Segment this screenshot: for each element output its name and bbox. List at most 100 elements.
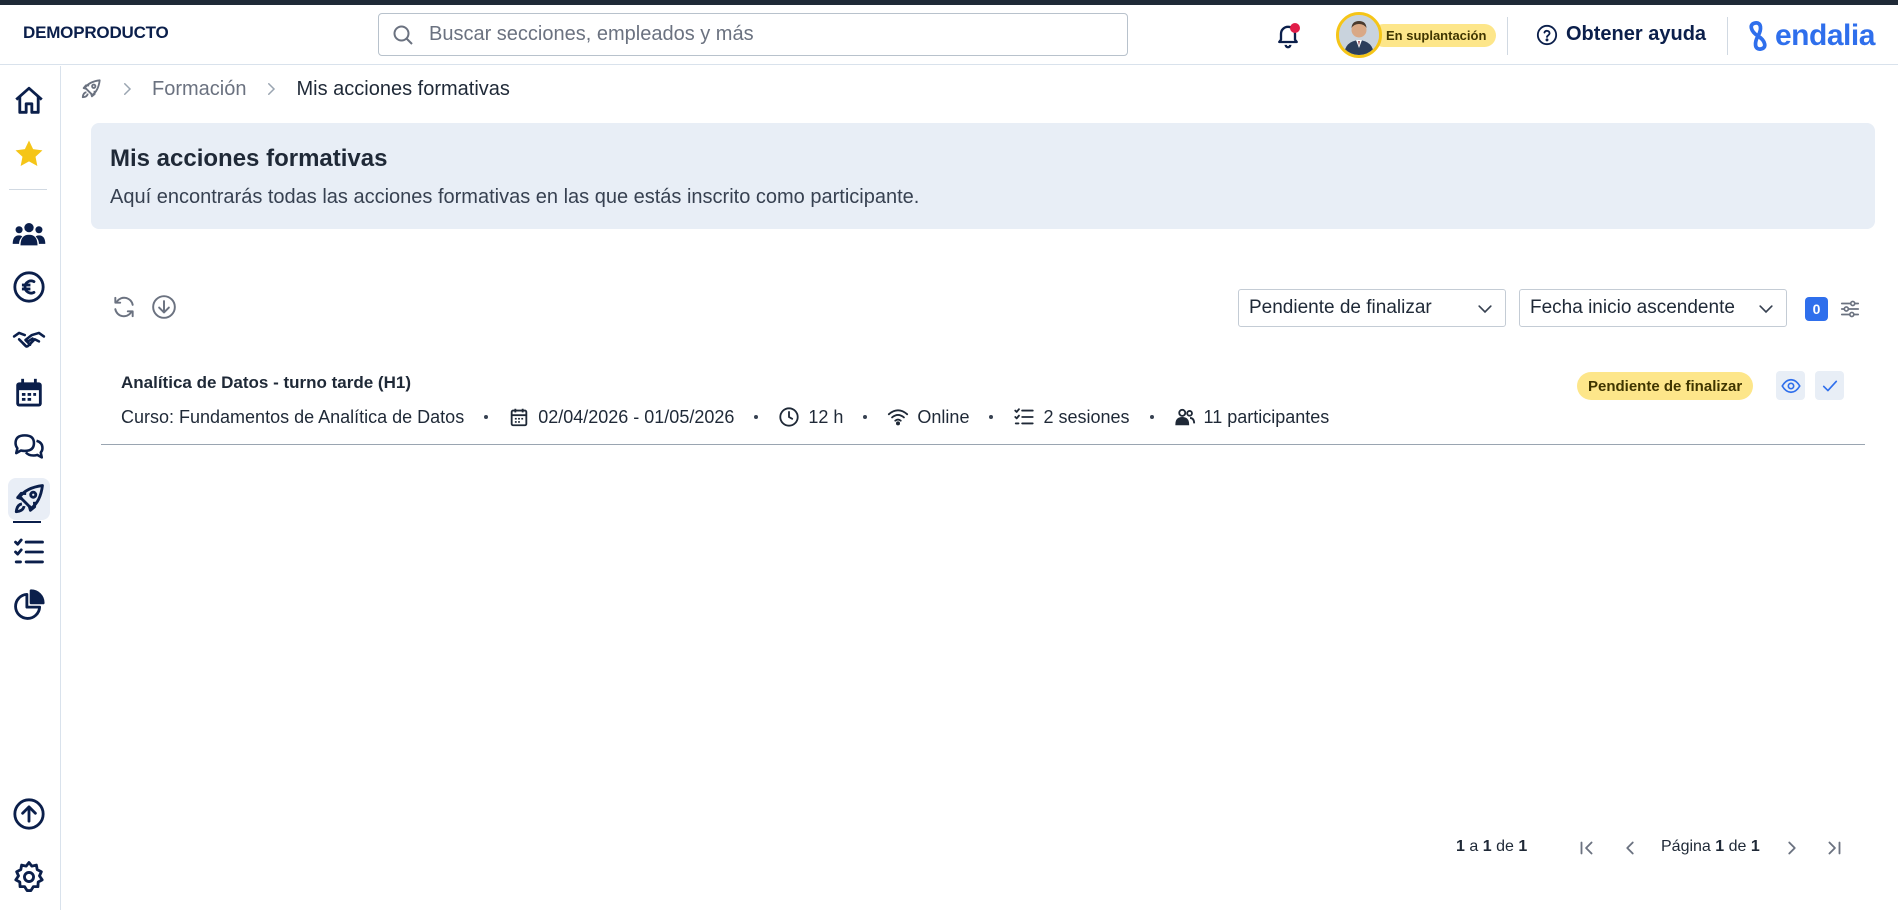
pie-chart-icon [14,589,45,620]
results-range: 1 a 1 de 1 [1456,838,1527,856]
divider [1507,17,1508,55]
refresh-icon[interactable] [111,294,137,320]
home-icon [15,86,43,114]
page-description: Aquí encontrarás todas las acciones form… [110,186,920,208]
range-total: 1 [1518,838,1528,855]
previous-page-icon[interactable] [1619,837,1641,859]
sessions: 2 sesiones [1013,406,1130,428]
filters-icon[interactable] [1839,298,1861,320]
complete-button[interactable] [1815,371,1844,400]
breadcrumb-formacion[interactable]: Formación [152,78,246,101]
separator-dot [989,415,994,419]
page-count: 1 [1750,838,1760,855]
user-menu[interactable]: En suplantación [1336,12,1497,58]
calendar-icon [510,408,528,427]
divider [1727,17,1728,55]
star-icon [15,140,43,167]
top-bar: DEMOPRODUCTO En suplantación Obtener a [0,5,1898,65]
date-range: 02/04/2026 - 01/05/2026 [508,406,734,428]
training-title[interactable]: Analítica de Datos - turno tarde (H1) [121,373,411,393]
page-de: de [1728,838,1747,855]
range-from: 1 [1456,838,1465,855]
sidebar-item-people[interactable] [8,213,50,255]
gear-icon [14,861,44,893]
sidebar-item-reports[interactable] [8,584,50,626]
wifi-icon [888,409,909,426]
view-button[interactable] [1776,371,1805,400]
chevron-down-icon [1756,299,1776,319]
separator-dot [1149,415,1154,419]
avatar[interactable] [1336,12,1382,58]
endalia-logo[interactable]: endalia [1745,19,1875,53]
chevron-right-icon [118,80,136,98]
range-de: de [1496,838,1514,855]
training-meta: Curso: Fundamentos de Analítica de Datos… [121,406,1329,428]
duration: 12 h [778,406,843,428]
breadcrumb: Formación Mis acciones formativas [80,76,510,102]
sidebar-item-settings[interactable] [8,856,50,898]
participants: 11 participantes [1174,406,1329,428]
page-current: 1 [1715,838,1725,855]
modality-text: Online [917,406,970,427]
range-to: 1 [1482,838,1492,855]
help-link[interactable]: Obtener ayuda [1536,23,1706,46]
sidebar-item-payroll[interactable] [8,266,50,308]
separator-dot [863,415,868,419]
handshake-icon [12,331,46,348]
sidebar-item-tasks[interactable] [8,531,50,573]
active-indicator [13,521,41,523]
sort-value: Fecha inicio ascendente [1530,297,1735,318]
help-label: Obtener ayuda [1566,23,1707,45]
eye-icon [1780,378,1801,393]
company-name[interactable]: DEMOPRODUCTO [23,23,169,43]
chat-icon [14,434,44,459]
sidebar-divider [9,189,47,190]
upload-icon [13,798,45,830]
breadcrumb-rocket-icon[interactable] [80,78,102,100]
course-name: Curso: Fundamentos de Analítica de Datos [121,406,465,427]
download-icon[interactable] [151,294,177,320]
sidebar-item-favorites[interactable] [8,133,50,175]
checklist-icon [14,538,44,564]
active-filters-count: 0 [1805,297,1828,321]
next-page-icon[interactable] [1781,837,1803,859]
people-icon [12,222,46,246]
sidebar-item-training[interactable] [8,478,50,520]
breadcrumb-current: Mis acciones formativas [296,77,510,100]
range-a: a [1469,838,1479,855]
impersonation-badge: En suplantación [1372,23,1497,47]
sort-select[interactable]: Fecha inicio ascendente [1519,289,1787,327]
status-badge: Pendiente de finalizar [1577,372,1754,400]
sessions-text: 2 sesiones [1043,406,1130,427]
sidebar-item-home[interactable] [8,80,50,122]
logo-mark-icon [1745,20,1771,52]
sidebar-item-upload[interactable] [8,793,50,835]
page-header-card: Mis acciones formativas Aquí encontrarás… [91,123,1875,229]
logo-text: endalia [1775,19,1875,52]
date-range-text: 02/04/2026 - 01/05/2026 [538,406,735,427]
page-label: Página [1661,838,1711,855]
modality: Online [887,406,969,428]
checklist-icon [1014,408,1035,425]
status-filter-select[interactable]: Pendiente de finalizar [1238,289,1506,327]
duration-text: 12 h [808,406,844,427]
people-icon [1174,408,1195,426]
sidebar-item-chat[interactable] [8,425,50,467]
notification-dot [1290,23,1300,33]
sidebar-item-calendar[interactable] [8,372,50,414]
help-circle-icon [1536,24,1558,46]
separator-dot [484,415,489,419]
sidebar-item-agreements[interactable] [8,319,50,361]
search-input[interactable] [429,23,1089,46]
search-icon [391,23,415,47]
check-icon [1822,380,1837,391]
rocket-icon [14,484,44,514]
last-page-icon[interactable] [1823,837,1845,859]
search-box[interactable] [378,13,1128,56]
chevron-down-icon [1475,299,1495,319]
separator-dot [754,415,759,419]
first-page-icon[interactable] [1576,837,1598,859]
clock-icon [779,407,799,427]
calendar-icon [16,378,42,407]
list-item[interactable]: Analítica de Datos - turno tarde (H1) Cu… [101,360,1865,445]
